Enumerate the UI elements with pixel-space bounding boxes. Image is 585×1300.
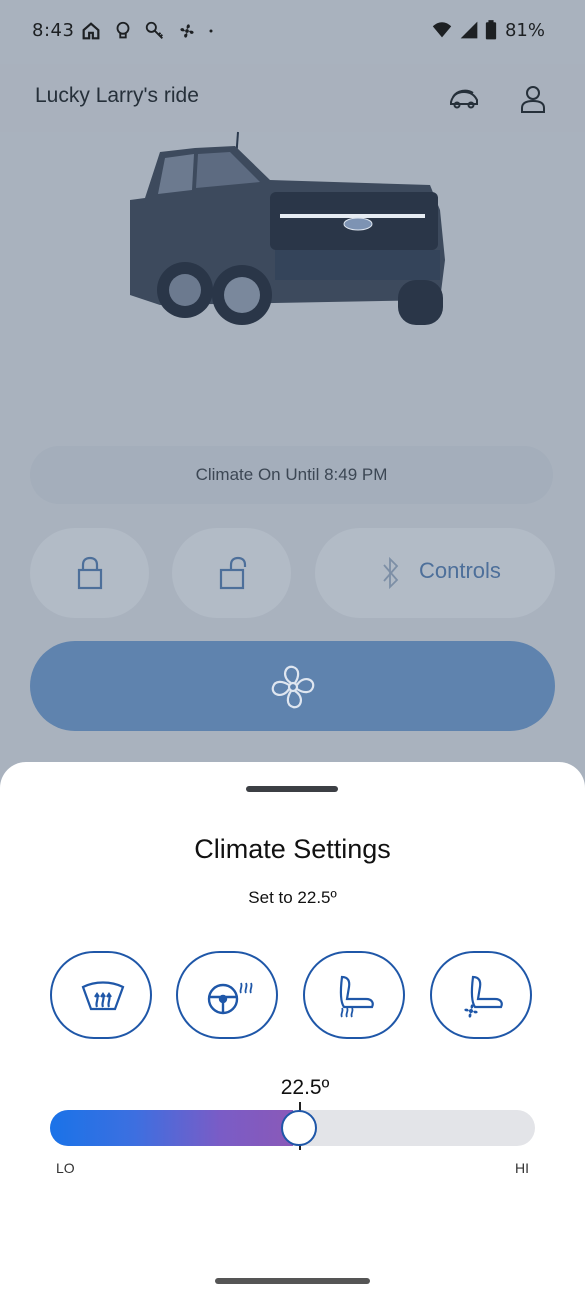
- controls-button[interactable]: Controls: [315, 528, 555, 618]
- unlock-button[interactable]: [172, 528, 291, 618]
- climate-settings-sheet: Climate Settings Set to 22.5º 22.5º LO H…: [0, 762, 585, 1300]
- battery-icon: [485, 20, 497, 40]
- slider-min-label: LO: [56, 1160, 75, 1176]
- heated-seat-button[interactable]: [303, 951, 405, 1039]
- unlock-icon: [219, 556, 247, 590]
- set-temperature-label: Set to 22.5º: [248, 888, 337, 907]
- home-icon: [82, 22, 100, 40]
- signal-icon: [460, 21, 478, 39]
- heated-steering-wheel-icon: [207, 982, 253, 1015]
- controls-label: Controls: [419, 558, 501, 583]
- account-icon[interactable]: [516, 82, 550, 116]
- key-icon: [145, 21, 163, 39]
- defrost-icon: [81, 981, 125, 1011]
- app-header: Lucky Larry's ride: [0, 64, 585, 132]
- temperature-slider-fill: [50, 1110, 293, 1146]
- climate-status: Climate On Until 8:49 PM: [30, 446, 553, 504]
- battery-percentage: 81%: [504, 19, 545, 41]
- heated-seat-icon: [339, 975, 374, 1018]
- lock-icon: [77, 556, 103, 590]
- fan-icon: [271, 665, 315, 709]
- ventilated-seat-icon: [464, 975, 503, 1018]
- status-bar: 8:43 81%: [0, 0, 585, 64]
- vehicle-image: [130, 131, 445, 325]
- sheet-drag-handle[interactable]: [246, 786, 338, 792]
- gesture-navigation-bar[interactable]: [215, 1278, 370, 1284]
- bluetooth-icon: [383, 556, 399, 590]
- app-screen: 8:43 81% Lucky Larry's ride Climate On U…: [0, 0, 585, 1300]
- vehicle-name: Lucky Larry's ride: [35, 84, 199, 107]
- bulb-icon: [116, 21, 130, 39]
- heated-steering-wheel-button[interactable]: [176, 951, 278, 1039]
- notification-icons: [80, 20, 220, 42]
- system-icons: 81%: [431, 19, 545, 41]
- status-time: 8:43: [32, 20, 75, 41]
- sheet-title: Climate Settings: [194, 834, 391, 864]
- wifi-icon: [432, 22, 452, 38]
- ventilated-seat-button[interactable]: [430, 951, 532, 1039]
- fan-icon: [180, 24, 194, 38]
- temperature-readout: 22.5º: [280, 1076, 330, 1099]
- defrost-button[interactable]: [50, 951, 152, 1039]
- temperature-slider-thumb[interactable]: [281, 1110, 317, 1146]
- slider-max-label: HI: [515, 1160, 529, 1176]
- dot-icon: [209, 29, 213, 33]
- lock-button[interactable]: [30, 528, 149, 618]
- climate-fan-button[interactable]: [30, 641, 555, 731]
- vehicle-switch-icon[interactable]: [447, 82, 481, 116]
